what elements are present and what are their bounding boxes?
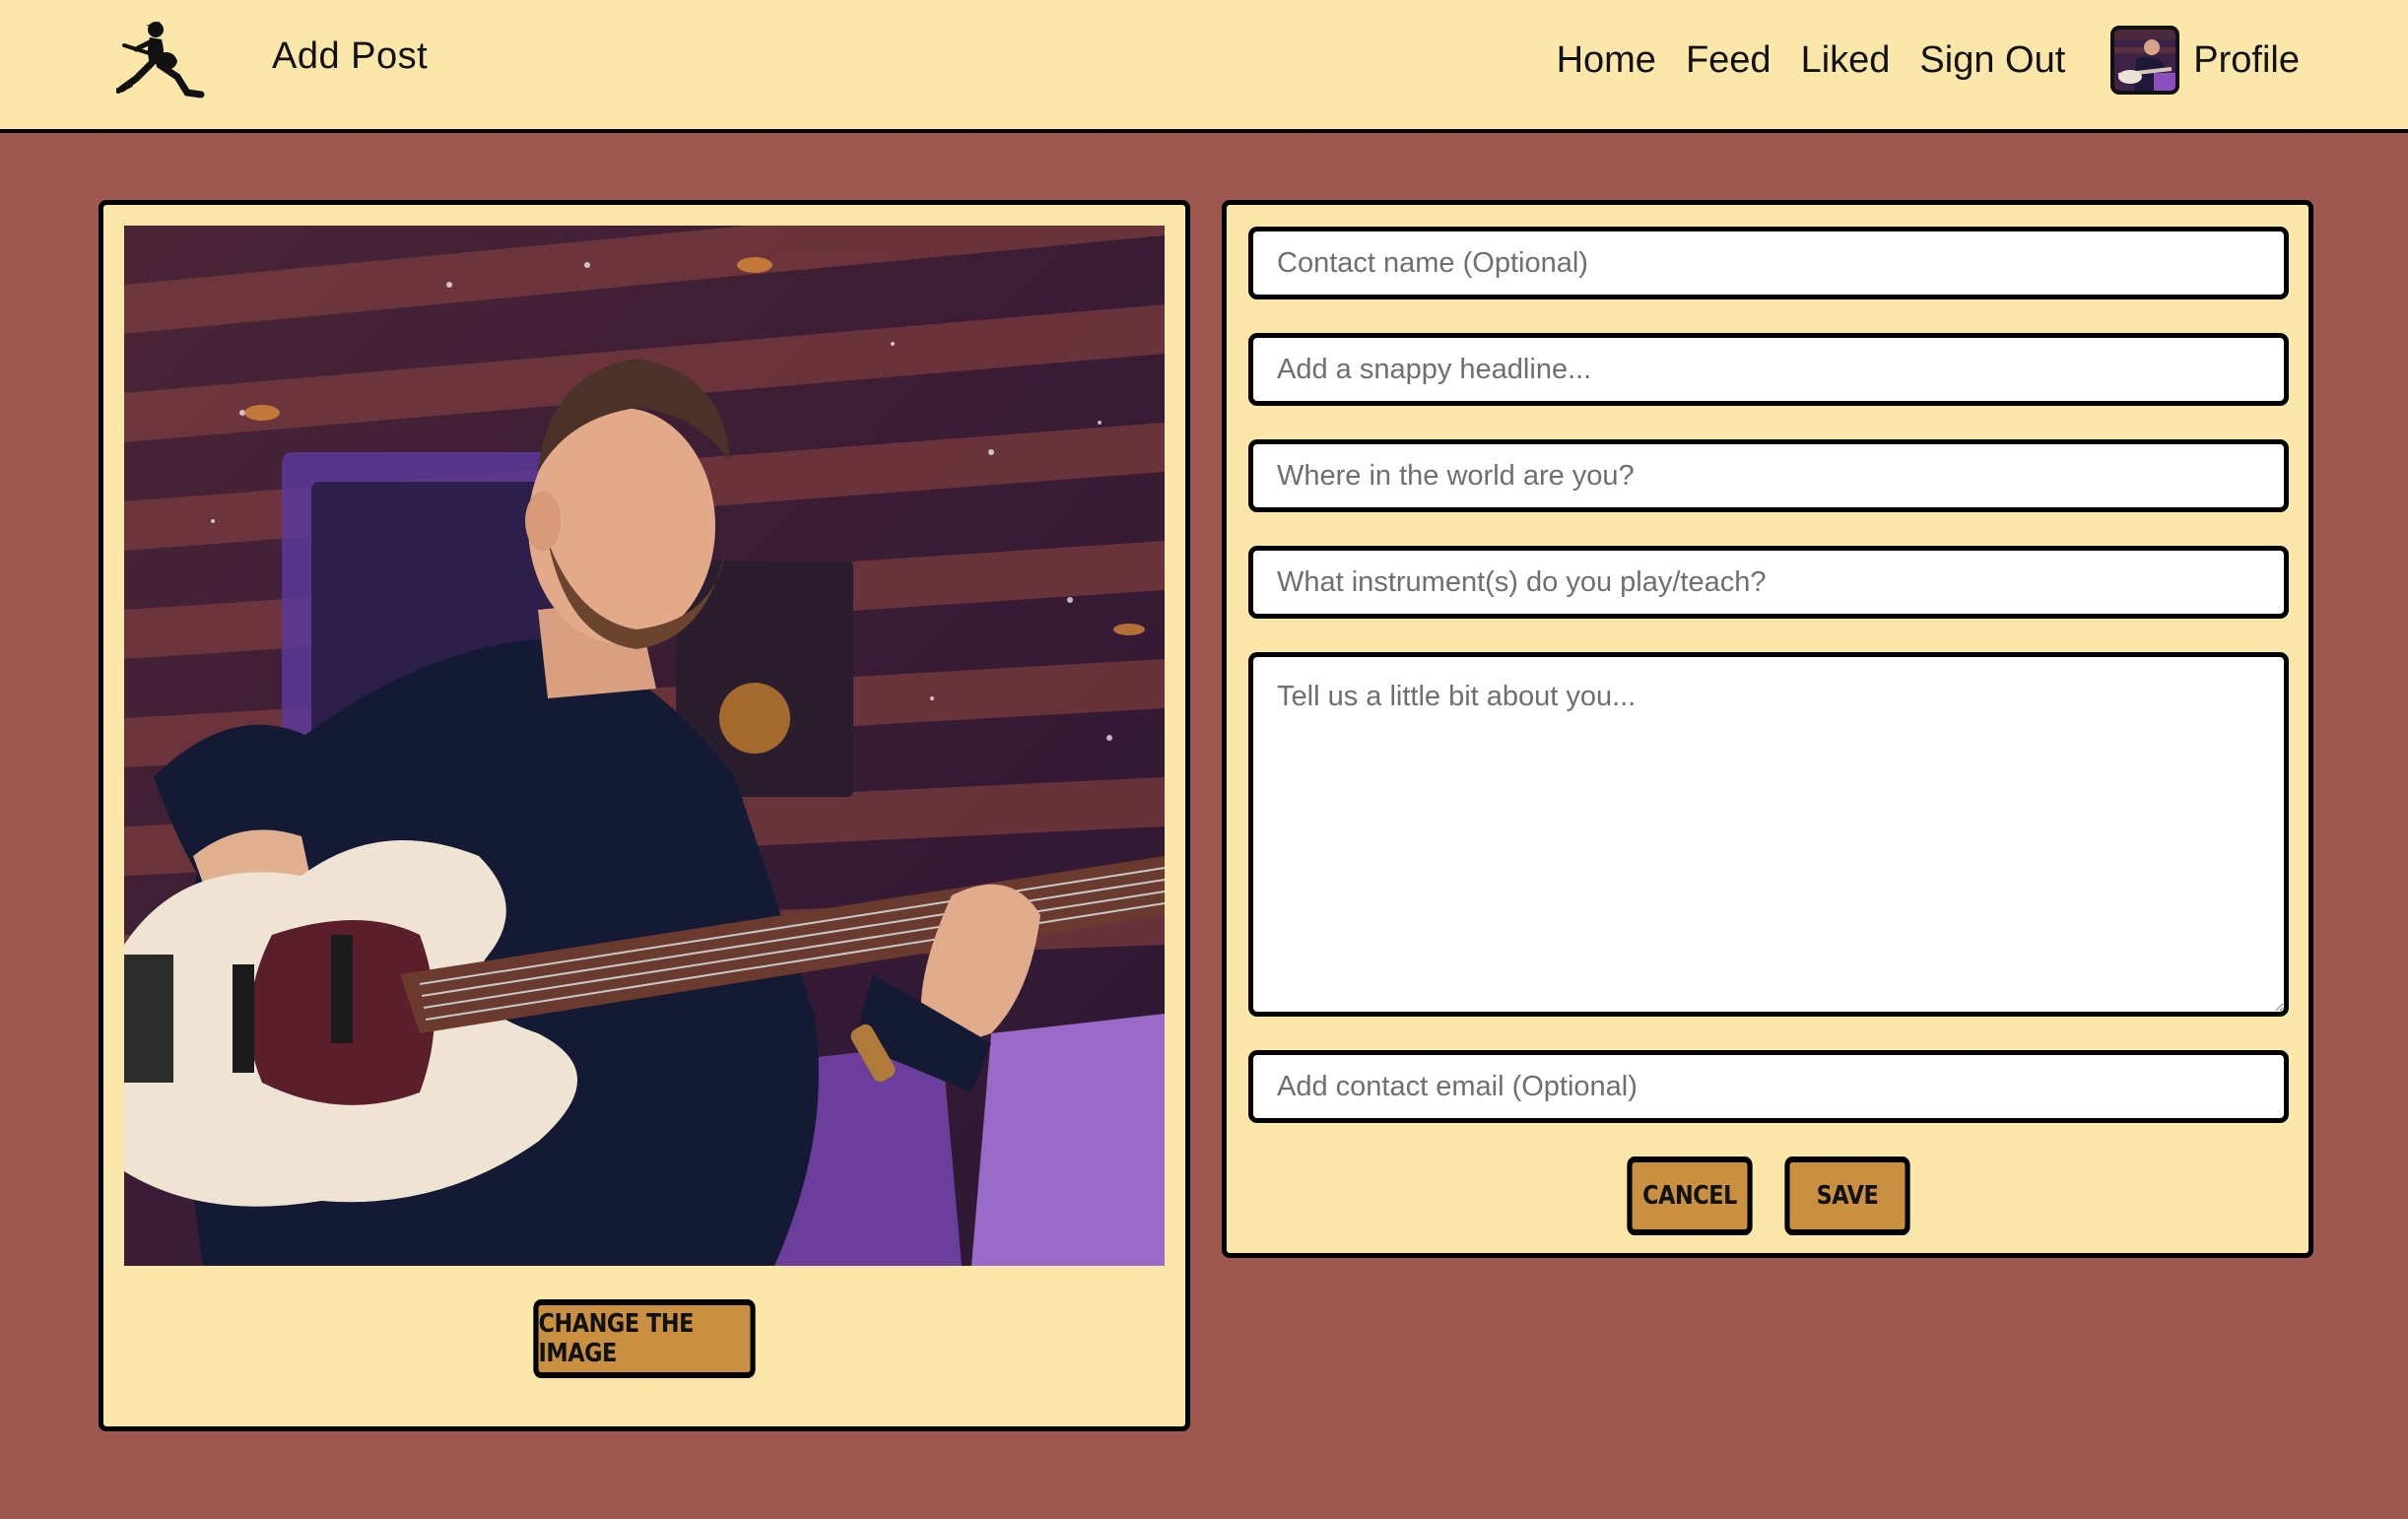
navbar: Add Post Home Feed Liked Sign Out Profil… <box>0 0 2408 133</box>
post-form-panel: CANCEL SAVE <box>1222 200 2313 1258</box>
nav-feed-link[interactable]: Feed <box>1686 39 1772 82</box>
nav-liked-link[interactable]: Liked <box>1801 39 1891 82</box>
nav-home-link[interactable]: Home <box>1557 39 1656 82</box>
nav-profile-label: Profile <box>2193 38 2300 81</box>
page-title: Add Post <box>272 35 429 77</box>
cancel-button[interactable]: CANCEL <box>1627 1156 1753 1235</box>
guitarist-logo-icon[interactable] <box>115 20 207 99</box>
image-panel: CHANGE THE IMAGE <box>99 200 1190 1431</box>
about-textarea[interactable] <box>1248 652 2289 1017</box>
contact-name-input[interactable] <box>1248 227 2289 299</box>
user-avatar <box>2110 26 2180 95</box>
contact-email-input[interactable] <box>1248 1050 2289 1123</box>
change-image-button[interactable]: CHANGE THE IMAGE <box>533 1299 756 1378</box>
post-image <box>124 226 1165 1266</box>
nav-profile-link[interactable]: Profile <box>2110 26 2300 95</box>
main-nav: Home Feed Liked Sign Out Profile <box>1557 24 2300 97</box>
headline-input[interactable] <box>1248 333 2289 406</box>
save-button[interactable]: SAVE <box>1784 1156 1910 1235</box>
instruments-input[interactable] <box>1248 546 2289 619</box>
location-input[interactable] <box>1248 439 2289 512</box>
nav-sign-out-link[interactable]: Sign Out <box>1919 39 2065 82</box>
